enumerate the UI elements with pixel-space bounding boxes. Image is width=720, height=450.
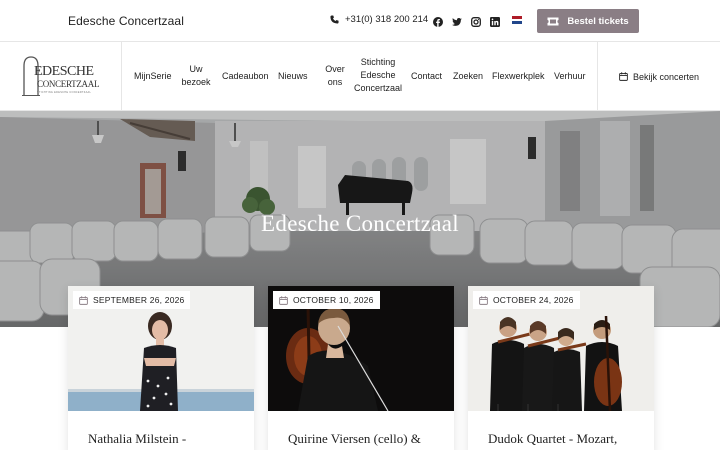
event-title[interactable]: Nathalia Milstein - [88,431,248,447]
order-tickets-button[interactable]: Bestel tickets [537,9,639,33]
logo-tagline: STICHTING EDESCHE CONCERTZAAL [37,91,92,94]
social-links [433,14,500,27]
event-date: SEPTEMBER 26, 2026 [93,295,185,305]
calendar-icon [619,72,628,81]
event-date-badge: SEPTEMBER 26, 2026 [73,291,191,309]
nav-item-mijnserie[interactable]: MijnSerie [134,70,172,83]
phone-link[interactable]: +31(0) 318 200 214 [330,14,428,25]
event-card[interactable]: OCTOBER 24, 2026 Dudok Quartet - Mozart, [468,286,654,450]
event-date-badge: OCTOBER 24, 2026 [473,291,580,309]
site-logo[interactable]: EDESCHE CONCERTZAAL STICHTING EDESCHE CO… [0,42,122,111]
logo-line1: EDESCHE [34,64,94,79]
nav-item-uw-bezoek[interactable]: Uw bezoek [180,63,212,89]
calendar-icon [279,295,288,305]
phone-number: +31(0) 318 200 214 [345,14,429,25]
facebook-icon[interactable] [433,14,443,27]
nav-item-stichting[interactable]: Stichting Edesche Concertzaal [350,56,406,95]
event-title[interactable]: Quirine Viersen (cello) & [288,431,448,447]
top-bar: Edesche Concertzaal +31(0) 318 200 214 B… [0,0,720,42]
dutch-flag-icon[interactable] [512,16,522,25]
site-name[interactable]: Edesche Concertzaal [68,14,184,28]
nav-item-over-ons[interactable]: Over ons [322,63,348,89]
calendar-icon [79,295,88,305]
nav-item-contact[interactable]: Contact [411,70,442,83]
view-concerts-link[interactable]: Bekijk concerten [597,42,720,111]
order-tickets-label: Bestel tickets [567,15,629,27]
logo-line2: CONCERTZAAL [37,79,100,89]
linkedin-icon[interactable] [490,14,500,27]
nav-item-zoeken[interactable]: Zoeken [453,70,483,83]
calendar-icon [479,295,488,305]
nav-item-cadeaubon[interactable]: Cadeaubon [222,70,269,83]
hero-title: Edesche Concertzaal [261,211,459,236]
event-card[interactable]: SEPTEMBER 26, 2026 Nathalia Milstein - [68,286,254,450]
view-concerts-label: Bekijk concerten [632,71,700,82]
event-date-badge: OCTOBER 10, 2026 [273,291,380,309]
nav-item-verhuur[interactable]: Verhuur [554,70,586,83]
event-card[interactable]: OCTOBER 10, 2026 Quirine Viersen (cello)… [268,286,454,450]
event-date: OCTOBER 24, 2026 [493,295,574,305]
instagram-icon[interactable] [471,14,481,27]
phone-icon [330,15,339,24]
event-date: OCTOBER 10, 2026 [293,295,374,305]
nav-item-flexwerkplek[interactable]: Flexwerkplek [492,70,545,83]
main-navigation: EDESCHE CONCERTZAAL STICHTING EDESCHE CO… [0,42,720,111]
nav-item-nieuws[interactable]: Nieuws [278,70,308,83]
event-title[interactable]: Dudok Quartet - Mozart, [488,431,648,447]
twitter-icon[interactable] [452,14,462,26]
ticket-icon [547,17,559,25]
